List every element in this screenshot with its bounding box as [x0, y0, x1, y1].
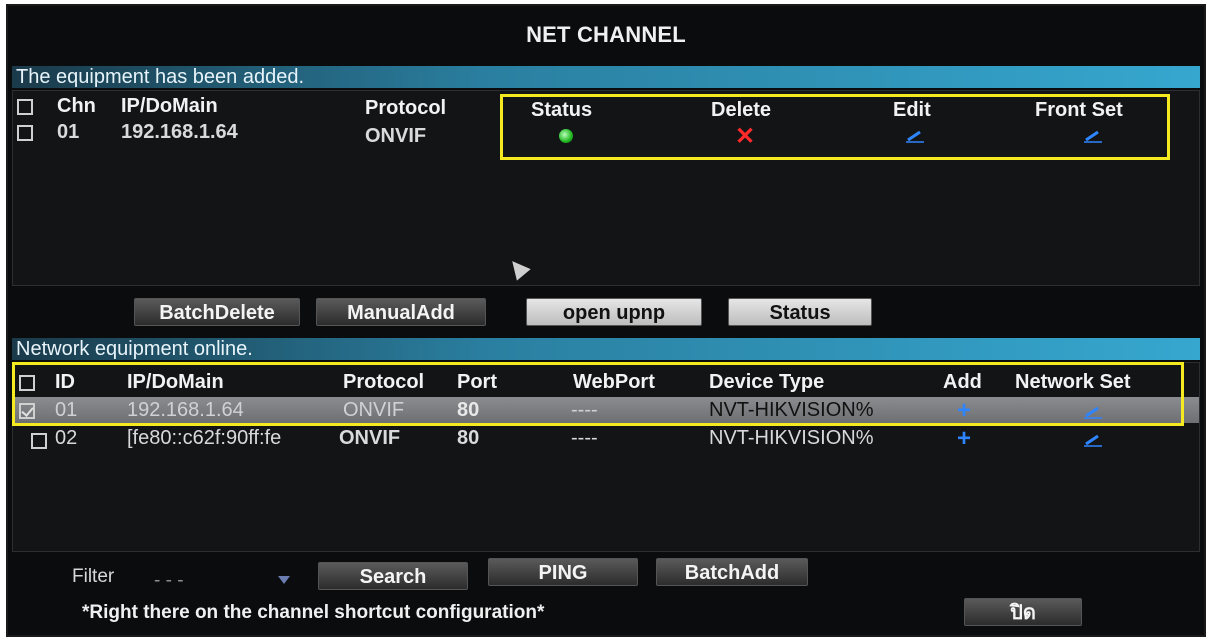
- ping-button[interactable]: PING: [488, 558, 638, 586]
- search-button[interactable]: Search: [318, 562, 468, 590]
- filter-label: Filter: [72, 566, 115, 587]
- highlight-box-online-row: [12, 362, 1184, 426]
- row-protocol: ONVIF: [339, 427, 401, 449]
- row-chn: 01: [57, 121, 80, 143]
- filter-select-value[interactable]: - - -: [154, 570, 184, 592]
- row-ip: [fe80::c62f:90ff:fe: [127, 427, 282, 449]
- row-protocol: ONVIF: [365, 125, 427, 147]
- network-set-pencil-icon[interactable]: [1083, 433, 1103, 447]
- col-ip-domain: IP/DoMain: [121, 95, 218, 117]
- window-title: NET CHANNEL: [526, 22, 686, 47]
- manual-add-button[interactable]: ManualAdd: [316, 298, 486, 326]
- highlight-box-added-actions: [500, 94, 1170, 160]
- mouse-cursor-icon: [505, 255, 531, 281]
- select-all-added-checkbox[interactable]: [17, 99, 33, 115]
- add-plus-icon[interactable]: +: [957, 427, 971, 451]
- row-ip: 192.168.1.64: [121, 121, 238, 143]
- col-chn: Chn: [57, 95, 96, 117]
- batch-delete-button[interactable]: BatchDelete: [134, 298, 300, 326]
- row-checkbox[interactable]: [17, 125, 33, 141]
- added-section-bar: The equipment has been added.: [12, 66, 1200, 88]
- batch-add-button[interactable]: BatchAdd: [656, 558, 808, 586]
- row-id: 02: [55, 427, 78, 449]
- row-webport: ----: [571, 427, 598, 449]
- chevron-down-icon[interactable]: [278, 576, 290, 584]
- shortcut-hint-text: *Right there on the channel shortcut con…: [82, 602, 545, 623]
- close-button[interactable]: ปิด: [964, 598, 1082, 626]
- col-protocol: Protocol: [365, 97, 447, 119]
- row-device-type: NVT-HIKVISION%: [709, 427, 874, 449]
- row-checkbox[interactable]: [31, 433, 47, 449]
- row-port: 80: [457, 427, 480, 449]
- online-section-bar: Network equipment online.: [12, 338, 1200, 360]
- open-upnp-button[interactable]: open upnp: [526, 298, 702, 326]
- net-channel-window: NET CHANNEL The equipment has been added…: [6, 4, 1206, 637]
- status-button[interactable]: Status: [728, 298, 872, 326]
